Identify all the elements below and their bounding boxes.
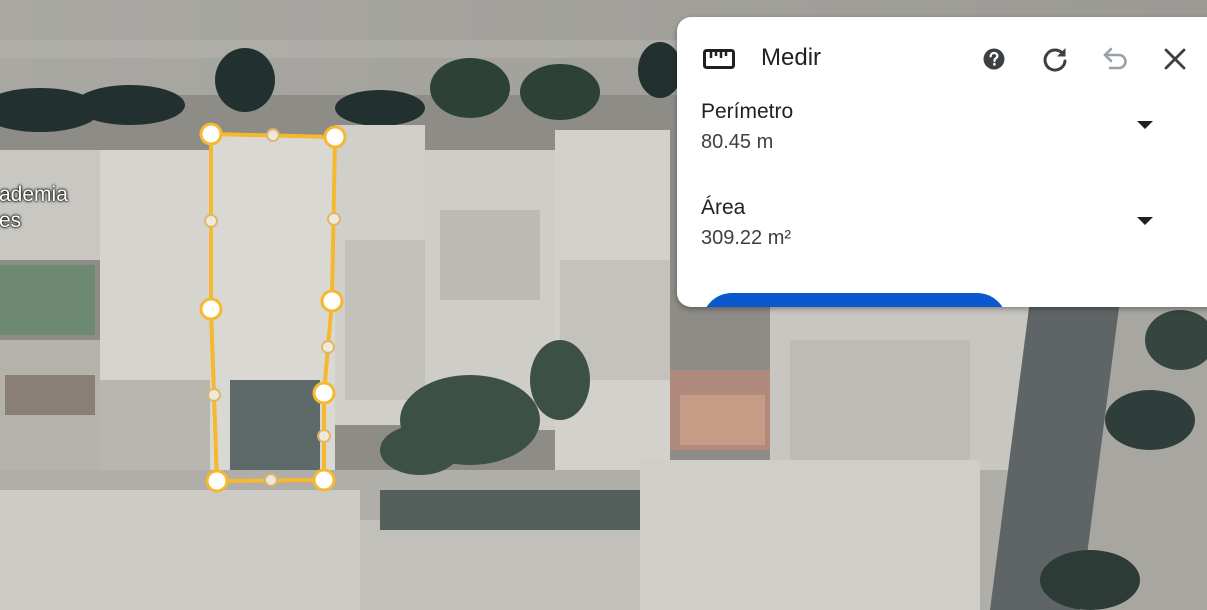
- measurement-vertex[interactable]: [312, 381, 336, 405]
- help-icon[interactable]: [983, 48, 1005, 70]
- perimeter-value: 80.45 m: [701, 131, 774, 153]
- measurement-vertex[interactable]: [312, 468, 336, 492]
- perimeter-dropdown-icon[interactable]: [1136, 120, 1154, 130]
- panel-title: Medir: [761, 44, 822, 71]
- close-icon[interactable]: [1164, 48, 1186, 70]
- measurement-vertex[interactable]: [199, 297, 223, 321]
- measurement-midpoint[interactable]: [204, 214, 218, 228]
- measurement-midpoint[interactable]: [207, 388, 221, 402]
- measure-panel: Medir Perímetro 80.45 m Área 309.22 m²: [677, 17, 1207, 307]
- road-marking: [0, 40, 700, 58]
- panel-primary-button[interactable]: [702, 293, 1007, 307]
- undo-icon[interactable]: [1101, 46, 1129, 72]
- perimeter-label: Perímetro: [701, 100, 794, 123]
- measurement-midpoint[interactable]: [317, 429, 331, 443]
- measurement-midpoint[interactable]: [327, 212, 341, 226]
- measurement-vertex[interactable]: [320, 289, 344, 313]
- area-dropdown-icon[interactable]: [1136, 216, 1154, 226]
- measurement-midpoint[interactable]: [321, 340, 335, 354]
- ruler-icon: [703, 49, 735, 69]
- refresh-icon[interactable]: [1041, 45, 1069, 73]
- measurement-vertex[interactable]: [199, 122, 223, 146]
- place-label[interactable]: ademia es: [0, 182, 68, 234]
- area-value: 309.22 m²: [701, 227, 792, 249]
- area-label: Área: [701, 196, 746, 219]
- measurement-vertex[interactable]: [205, 469, 229, 493]
- measurement-midpoint[interactable]: [264, 473, 278, 487]
- measurement-midpoint[interactable]: [266, 128, 280, 142]
- measurement-vertex[interactable]: [323, 125, 347, 149]
